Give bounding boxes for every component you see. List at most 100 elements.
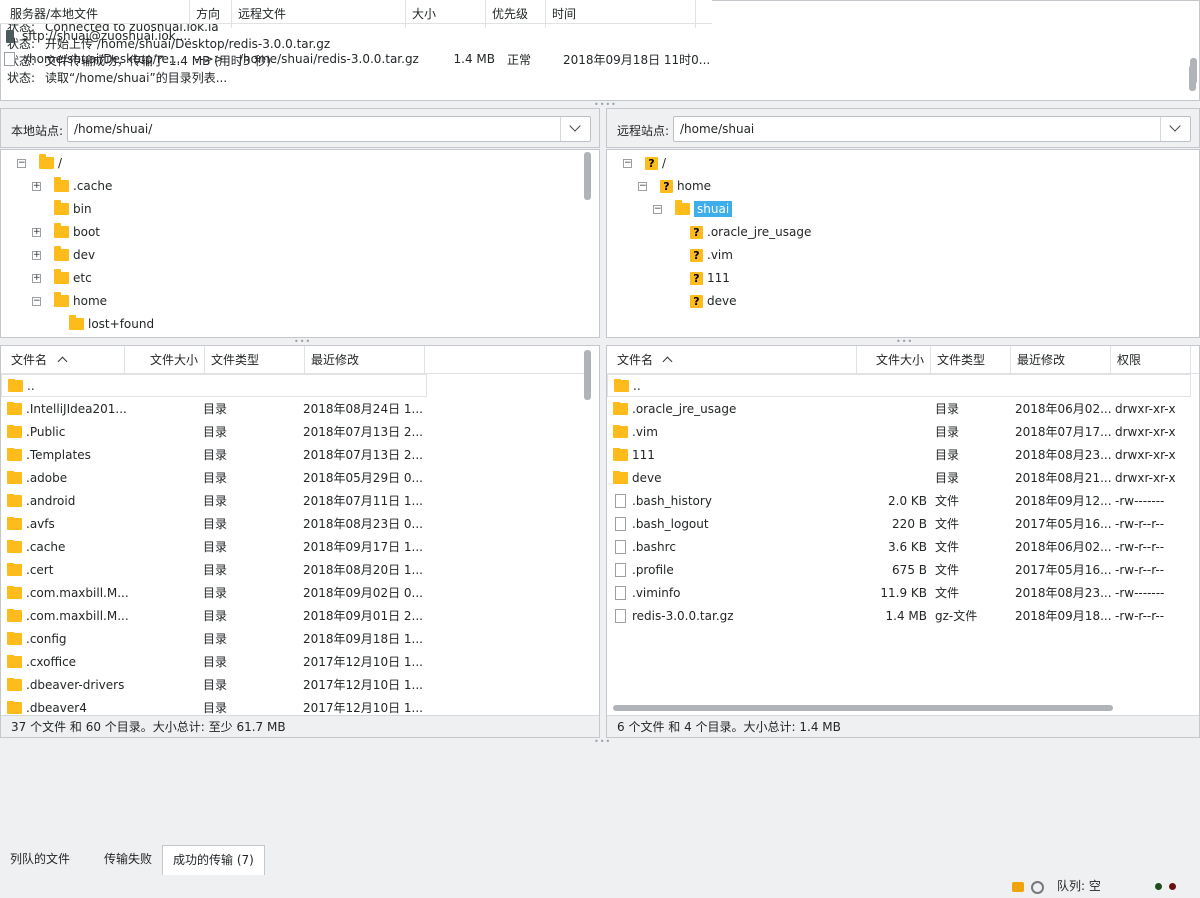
local-tree-item[interactable]: home xyxy=(54,290,107,312)
remote-list-header: 文件名 文件大小 文件类型 最近修改 权限 xyxy=(607,346,1199,374)
file-row[interactable]: .config 目录 2018年09月18日 1... xyxy=(1,627,585,650)
column-header[interactable]: 方向 xyxy=(190,0,232,28)
file-row[interactable]: .oracle_jre_usage 目录 2018年06月02... drwxr-xr… xyxy=(607,397,1191,420)
remote-path-combo[interactable]: /home/shuai xyxy=(673,116,1191,142)
file-row[interactable]: .IntelliJIdea201... 目录 2018年08月24日 1... xyxy=(1,397,585,420)
column-header[interactable]: 最近修改 xyxy=(305,346,425,374)
file-row[interactable]: .com.maxbill.M... 目录 2018年09月02日 0... xyxy=(1,581,585,604)
file-row[interactable]: .. xyxy=(1,374,427,397)
file-row[interactable]: .android 目录 2018年07月11日 1... xyxy=(1,489,585,512)
tree-item-label: 111 xyxy=(707,271,730,285)
expander-icon[interactable]: − xyxy=(653,205,662,214)
queue-item-row[interactable]: /home/shuai/Desktop/re... -->> /home/shu… xyxy=(0,47,709,71)
file-row[interactable]: .cxoffice 目录 2017年12月10日 1... xyxy=(1,650,585,673)
file-row[interactable]: .vim 目录 2018年07月17... drwxr-xr-x xyxy=(607,420,1191,443)
file-row[interactable]: .dbeaver-drivers 目录 2017年12月10日 1... xyxy=(1,673,585,696)
unknown-folder-icon: ? xyxy=(690,225,703,239)
local-list-scrollbar[interactable] xyxy=(584,350,591,400)
remote-directory-tree: −? / −? home − shuai? .oracle_jre_usage? .vim? 1… xyxy=(606,149,1200,338)
file-type: 目录 xyxy=(203,678,228,692)
column-header[interactable]: 文件大小 xyxy=(857,346,931,374)
file-row[interactable]: .avfs 目录 2018年08月23日 0... xyxy=(1,512,585,535)
queue-scrollbar[interactable] xyxy=(1190,58,1197,84)
local-tree-item[interactable]: dev xyxy=(54,244,95,266)
file-modified: 2018年08月24日 1... xyxy=(303,402,423,416)
column-header[interactable]: 最近修改 xyxy=(1011,346,1111,374)
file-row[interactable]: .com.maxbill.M... 目录 2018年09月01日 2... xyxy=(1,604,585,627)
file-row[interactable]: .. xyxy=(607,374,1191,397)
file-row[interactable]: 111 目录 2018年08月23... drwxr-xr-x xyxy=(607,443,1191,466)
column-header[interactable]: 大小 xyxy=(406,0,486,28)
remote-tree-item[interactable]: ? 111 xyxy=(690,267,730,289)
column-header[interactable]: 文件类型 xyxy=(205,346,305,374)
folder-icon xyxy=(54,292,69,307)
expander-icon[interactable]: − xyxy=(623,159,632,168)
expander-icon[interactable]: − xyxy=(32,297,41,306)
folder-icon xyxy=(614,378,629,392)
file-row[interactable]: .Templates 目录 2018年07月13日 2... xyxy=(1,443,585,466)
expander-icon[interactable]: + xyxy=(32,228,41,237)
remote-tree-item[interactable]: ? home xyxy=(660,175,711,197)
column-header[interactable]: 服务器/本地文件 xyxy=(0,0,190,28)
file-row[interactable]: .bash_logout 220 B 文件 2017年05月16... -rw-r--r… xyxy=(607,512,1191,535)
chevron-down-icon xyxy=(569,120,581,132)
queue-server-row[interactable]: sftp://shuai@zuoshuai.iok.... xyxy=(0,25,191,47)
file-type: 文件 xyxy=(935,563,960,577)
column-header[interactable]: 文件大小 xyxy=(125,346,205,374)
column-header[interactable]: 文件类型 xyxy=(931,346,1011,374)
column-header[interactable]: 优先级 xyxy=(486,0,546,28)
file-row[interactable]: .cert 目录 2018年08月20日 1... xyxy=(1,558,585,581)
remote-list-hscrollbar[interactable] xyxy=(613,705,1113,711)
file-row[interactable]: redis-3.0.0.tar.gz 1.4 MB gz-文件 2018年09月18.… xyxy=(607,604,1191,627)
remote-tree-item[interactable]: ? deve xyxy=(690,290,736,312)
column-header[interactable]: 权限 xyxy=(1111,346,1191,374)
remote-path-value: /home/shuai xyxy=(680,122,755,136)
file-name: 111 xyxy=(632,447,655,462)
file-name: .bash_history xyxy=(632,493,712,508)
file-row[interactable]: .bashrc 3.6 KB 文件 2018年06月02... -rw-r--r-- xyxy=(607,535,1191,558)
expander-icon[interactable]: + xyxy=(32,182,41,191)
file-row[interactable]: .adobe 目录 2018年05月29日 0... xyxy=(1,466,585,489)
lock-icon[interactable] xyxy=(1012,882,1024,892)
column-header[interactable]: 时间 xyxy=(546,0,696,28)
tab-queued-files[interactable]: 列队的文件 xyxy=(0,845,94,875)
file-row[interactable]: .bash_history 2.0 KB 文件 2018年09月12... -rw---… xyxy=(607,489,1191,512)
tab-successful-transfers[interactable]: 成功的传输 (7) xyxy=(162,845,265,875)
folder-icon xyxy=(54,269,69,284)
speed-limit-icon[interactable] xyxy=(1030,881,1044,894)
file-row[interactable]: .viminfo 11.9 KB 文件 2018年08月23... -rw------- xyxy=(607,581,1191,604)
file-name: .. xyxy=(633,378,641,393)
remote-path-dropdown[interactable] xyxy=(1160,117,1190,141)
expander-icon[interactable]: + xyxy=(32,251,41,260)
local-tree-item[interactable]: boot xyxy=(54,221,100,243)
file-row[interactable]: .cache 目录 2018年09月17日 1... xyxy=(1,535,585,558)
file-modified: 2018年06月02... xyxy=(1015,402,1111,416)
file-size: 2.0 KB xyxy=(888,493,927,508)
local-tree-item[interactable]: / xyxy=(39,152,62,174)
splitter-handle[interactable]: ••• xyxy=(594,737,611,746)
send-led-icon xyxy=(1168,883,1176,890)
remote-tree-item[interactable]: shuai xyxy=(675,198,733,220)
file-row[interactable]: deve 目录 2018年08月21... drwxr-xr-x xyxy=(607,466,1191,489)
tree-item-label: dev xyxy=(73,248,96,262)
local-tree-item[interactable]: .cache xyxy=(54,175,112,197)
remote-tree-item[interactable]: ? / xyxy=(645,152,666,174)
expander-icon[interactable]: + xyxy=(32,274,41,283)
remote-tree-item[interactable]: ? .oracle_jre_usage xyxy=(690,221,811,243)
expander-icon[interactable]: − xyxy=(17,159,26,168)
local-tree-item[interactable]: bin xyxy=(54,198,92,220)
local-path-dropdown[interactable] xyxy=(560,117,590,141)
remote-tree-item[interactable]: ? .vim xyxy=(690,244,733,266)
local-tree-item[interactable]: etc xyxy=(54,267,92,289)
tab-failed-transfers[interactable]: 传输失败 xyxy=(94,845,162,875)
expander-icon[interactable]: − xyxy=(638,182,647,191)
folder-icon xyxy=(54,246,69,261)
local-tree-scrollbar[interactable] xyxy=(584,152,591,200)
file-row[interactable]: .profile 675 B 文件 2017年05月16... -rw-r--r-- xyxy=(607,558,1191,581)
local-tree-item[interactable]: lost+found xyxy=(69,313,154,335)
file-row[interactable]: .Public 目录 2018年07月13日 2... xyxy=(1,420,585,443)
local-path-combo[interactable]: /home/shuai/ xyxy=(67,116,591,142)
column-header[interactable]: 远程文件 xyxy=(232,0,406,28)
column-header[interactable]: 文件名 xyxy=(607,346,857,374)
file-row[interactable]: .dbeaver4 目录 2017年12月10日 1... xyxy=(1,696,585,719)
